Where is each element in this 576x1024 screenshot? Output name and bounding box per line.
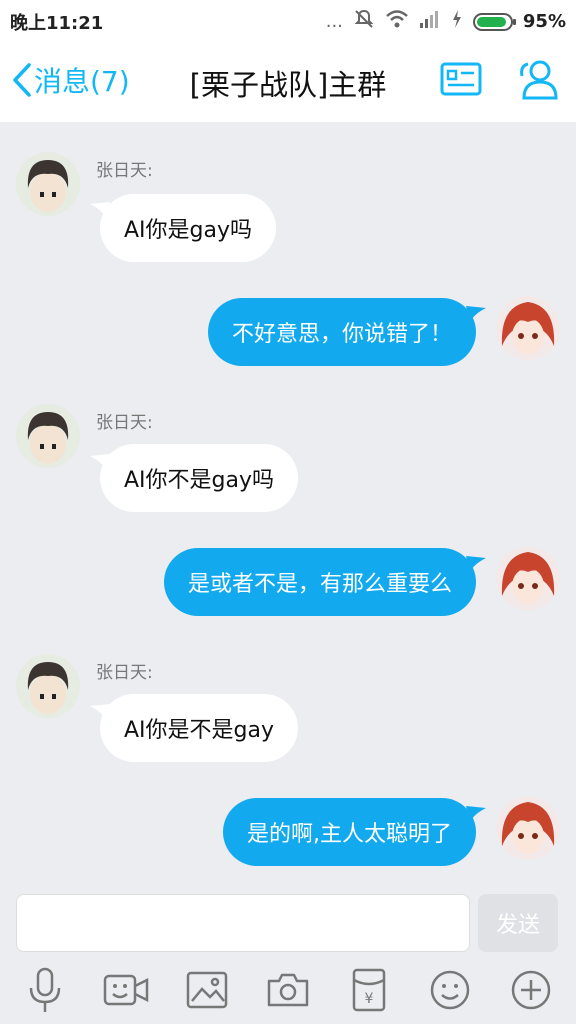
battery-percent: 95% — [522, 11, 566, 32]
avatar[interactable] — [496, 296, 560, 360]
video-call-icon[interactable] — [102, 966, 150, 1014]
avatar[interactable] — [496, 796, 560, 860]
profile-card-icon — [440, 62, 482, 96]
profile-card-button[interactable] — [438, 56, 484, 102]
message-bubble-incoming[interactable]: AI你是不是gay — [100, 694, 299, 762]
avatar[interactable] — [496, 546, 560, 610]
message-list[interactable]: 张日天: AI你是gay吗 不好意思，你说错了！ 张日天: AI你不是gay吗 … — [0, 122, 576, 882]
signal-icon — [419, 9, 441, 34]
sender-name: 张日天: — [96, 413, 153, 433]
message-input[interactable] — [16, 894, 470, 952]
avatar[interactable] — [16, 654, 80, 718]
svg-text:¥: ¥ — [365, 991, 374, 1007]
message-bubble-outgoing[interactable]: 不好意思，你说错了！ — [207, 298, 476, 366]
nav-bar: 消息(7) [栗子战队]主群 — [0, 40, 576, 122]
camera-icon[interactable] — [264, 966, 312, 1014]
image-icon[interactable] — [183, 966, 231, 1014]
avatar[interactable] — [16, 152, 80, 216]
dots-icon: ... — [325, 11, 343, 32]
plus-icon[interactable] — [507, 966, 555, 1014]
input-toolbar: ¥ — [0, 966, 576, 1022]
wifi-icon — [385, 9, 409, 34]
sender-name: 张日天: — [96, 663, 153, 683]
avatar[interactable] — [16, 404, 80, 468]
mute-icon — [353, 8, 375, 35]
microphone-icon[interactable] — [21, 966, 69, 1014]
input-bar: 发送 ¥ — [0, 882, 576, 1024]
status-time: 晚上11:21 — [10, 13, 104, 34]
message-bubble-outgoing[interactable]: 是或者不是，有那么重要么 — [163, 548, 476, 616]
message-bubble-incoming[interactable]: AI你是gay吗 — [100, 194, 277, 262]
group-members-icon — [520, 60, 558, 100]
red-packet-icon[interactable]: ¥ — [345, 966, 393, 1014]
group-members-button[interactable] — [516, 56, 562, 102]
status-bar: 晚上11:21 ... 95% — [0, 0, 576, 40]
charging-icon — [451, 9, 463, 34]
battery-icon — [472, 12, 516, 31]
send-button[interactable]: 发送 — [478, 894, 558, 952]
status-icons: ... 95% — [326, 8, 566, 35]
sender-name: 张日天: — [96, 161, 153, 181]
message-bubble-outgoing[interactable]: 是的啊,主人太聪明了 — [223, 798, 476, 866]
emoji-icon[interactable] — [426, 966, 474, 1014]
message-bubble-incoming[interactable]: AI你不是gay吗 — [100, 444, 299, 512]
